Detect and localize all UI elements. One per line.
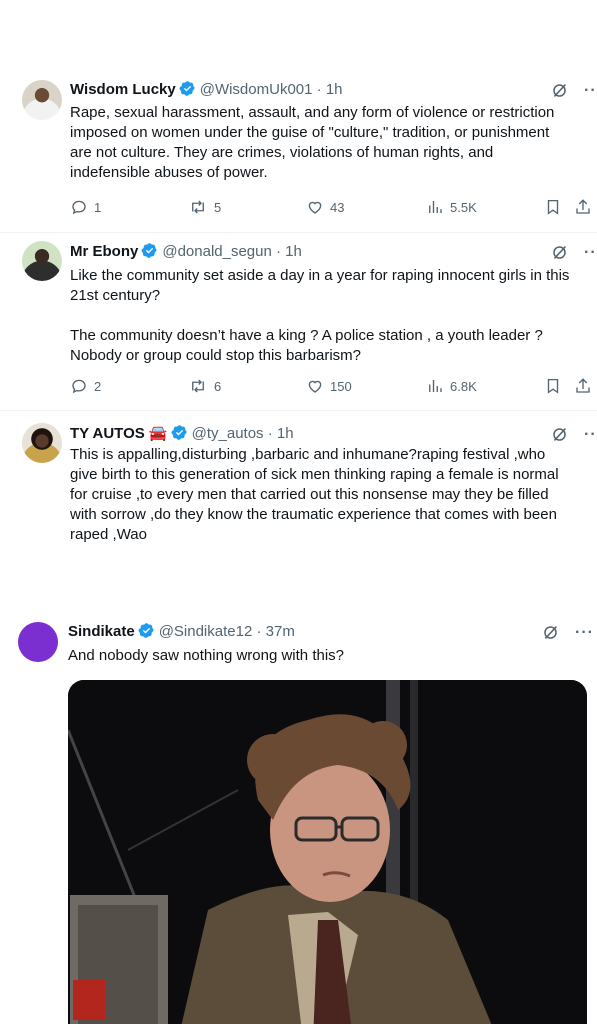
avatar[interactable] [22, 423, 62, 463]
repost-count: 6 [214, 378, 222, 394]
author-handle[interactable]: @donald_segun [162, 243, 271, 260]
tweet-text: Rape, sexual harassment, assault, and an… [70, 104, 555, 181]
views-icon [429, 380, 442, 392]
tweet-header: Sindikate @Sindikate12 · 37m [68, 622, 295, 642]
verified-badge-icon [138, 622, 155, 639]
like-icon [308, 380, 322, 393]
bookmark-button[interactable] [544, 377, 562, 398]
more-icon[interactable]: ··· [584, 82, 597, 99]
timestamp[interactable]: · 1h [268, 425, 294, 442]
avatar[interactable] [22, 80, 62, 120]
like-icon [308, 201, 322, 214]
share-button[interactable] [574, 198, 592, 219]
more-icon[interactable]: ··· [584, 244, 597, 261]
repost-button[interactable]: 6 [188, 377, 221, 395]
more-icon[interactable]: ··· [584, 426, 597, 443]
tweet-media-video[interactable] [68, 680, 587, 1024]
verified-badge-icon [179, 80, 196, 97]
tweet-wisdom-lucky[interactable]: Wisdom Lucky @WisdomUk001 · 1h ··· Rape, … [0, 0, 597, 232]
tweet-header: Mr Ebony @donald_segun · 1h [70, 242, 302, 262]
like-button[interactable]: 150 [306, 377, 352, 395]
bookmark-icon [547, 378, 559, 394]
more-icon[interactable]: ··· [575, 624, 594, 641]
views-button[interactable]: 5.5K [426, 198, 477, 216]
reply-count: 1 [94, 199, 102, 215]
tweet-text: Like the community set aside a day in a … [70, 267, 570, 364]
share-icon [576, 378, 590, 393]
grok-icon[interactable] [551, 244, 568, 261]
tweet-header: Wisdom Lucky @WisdomUk001 · 1h [70, 80, 343, 100]
views-icon [429, 201, 442, 213]
verified-badge-icon [141, 242, 158, 259]
grok-icon[interactable] [551, 426, 568, 443]
author-handle[interactable]: @Sindikate12 [159, 623, 253, 640]
bookmark-icon [547, 199, 559, 215]
timestamp[interactable]: · 1h [276, 243, 302, 260]
grok-icon[interactable] [542, 624, 559, 641]
author-name[interactable]: Wisdom Lucky [70, 81, 176, 98]
bookmark-button[interactable] [544, 198, 562, 219]
tweet-text: And nobody saw nothing wrong with this? [68, 647, 345, 664]
author-name[interactable]: TY AUTOS [70, 425, 145, 442]
author-handle[interactable]: @WisdomUk001 [200, 81, 313, 98]
timestamp[interactable]: · 1h [317, 81, 343, 98]
verified-badge-icon [171, 424, 188, 441]
avatar[interactable] [22, 241, 62, 281]
tweet-mr-ebony[interactable]: Mr Ebony @donald_segun · 1h ··· Like the … [0, 233, 597, 409]
author-handle[interactable]: @ty_autos [192, 425, 264, 442]
like-count: 150 [330, 378, 352, 394]
action-bar: 1 5 43 5.5K [70, 198, 592, 220]
share-button[interactable] [574, 377, 592, 398]
share-icon [576, 199, 590, 214]
like-count: 43 [330, 199, 345, 215]
author-name[interactable]: Mr Ebony [70, 243, 138, 260]
tweet-ty-autos[interactable]: TY AUTOS 🚘 @ty_autos · 1h ··· This is app… [0, 411, 597, 571]
action-bar: 2 6 150 6.8K [70, 377, 592, 399]
repost-icon [192, 200, 204, 214]
views-button[interactable]: 6.8K [426, 377, 477, 395]
views-count: 5.5K [450, 199, 477, 215]
reply-button[interactable]: 1 [70, 198, 101, 216]
reply-button[interactable]: 2 [70, 377, 101, 395]
avatar[interactable] [18, 622, 58, 662]
reply-icon [72, 200, 86, 215]
tweet-text: This is appalling,disturbing ,barbaric a… [70, 446, 559, 543]
views-count: 6.8K [450, 378, 477, 394]
repost-count: 5 [214, 199, 222, 215]
timestamp[interactable]: · 37m [256, 623, 294, 640]
repost-button[interactable]: 5 [188, 198, 221, 216]
car-emoji: 🚘 [148, 425, 168, 442]
grok-icon[interactable] [551, 82, 568, 99]
video-frame [68, 680, 587, 1024]
reply-count: 2 [94, 378, 102, 394]
tweet-header: TY AUTOS 🚘 @ty_autos · 1h [70, 424, 294, 444]
like-button[interactable]: 43 [306, 198, 344, 216]
repost-icon [192, 379, 204, 393]
author-name[interactable]: Sindikate [68, 623, 135, 640]
reply-icon [72, 379, 86, 394]
